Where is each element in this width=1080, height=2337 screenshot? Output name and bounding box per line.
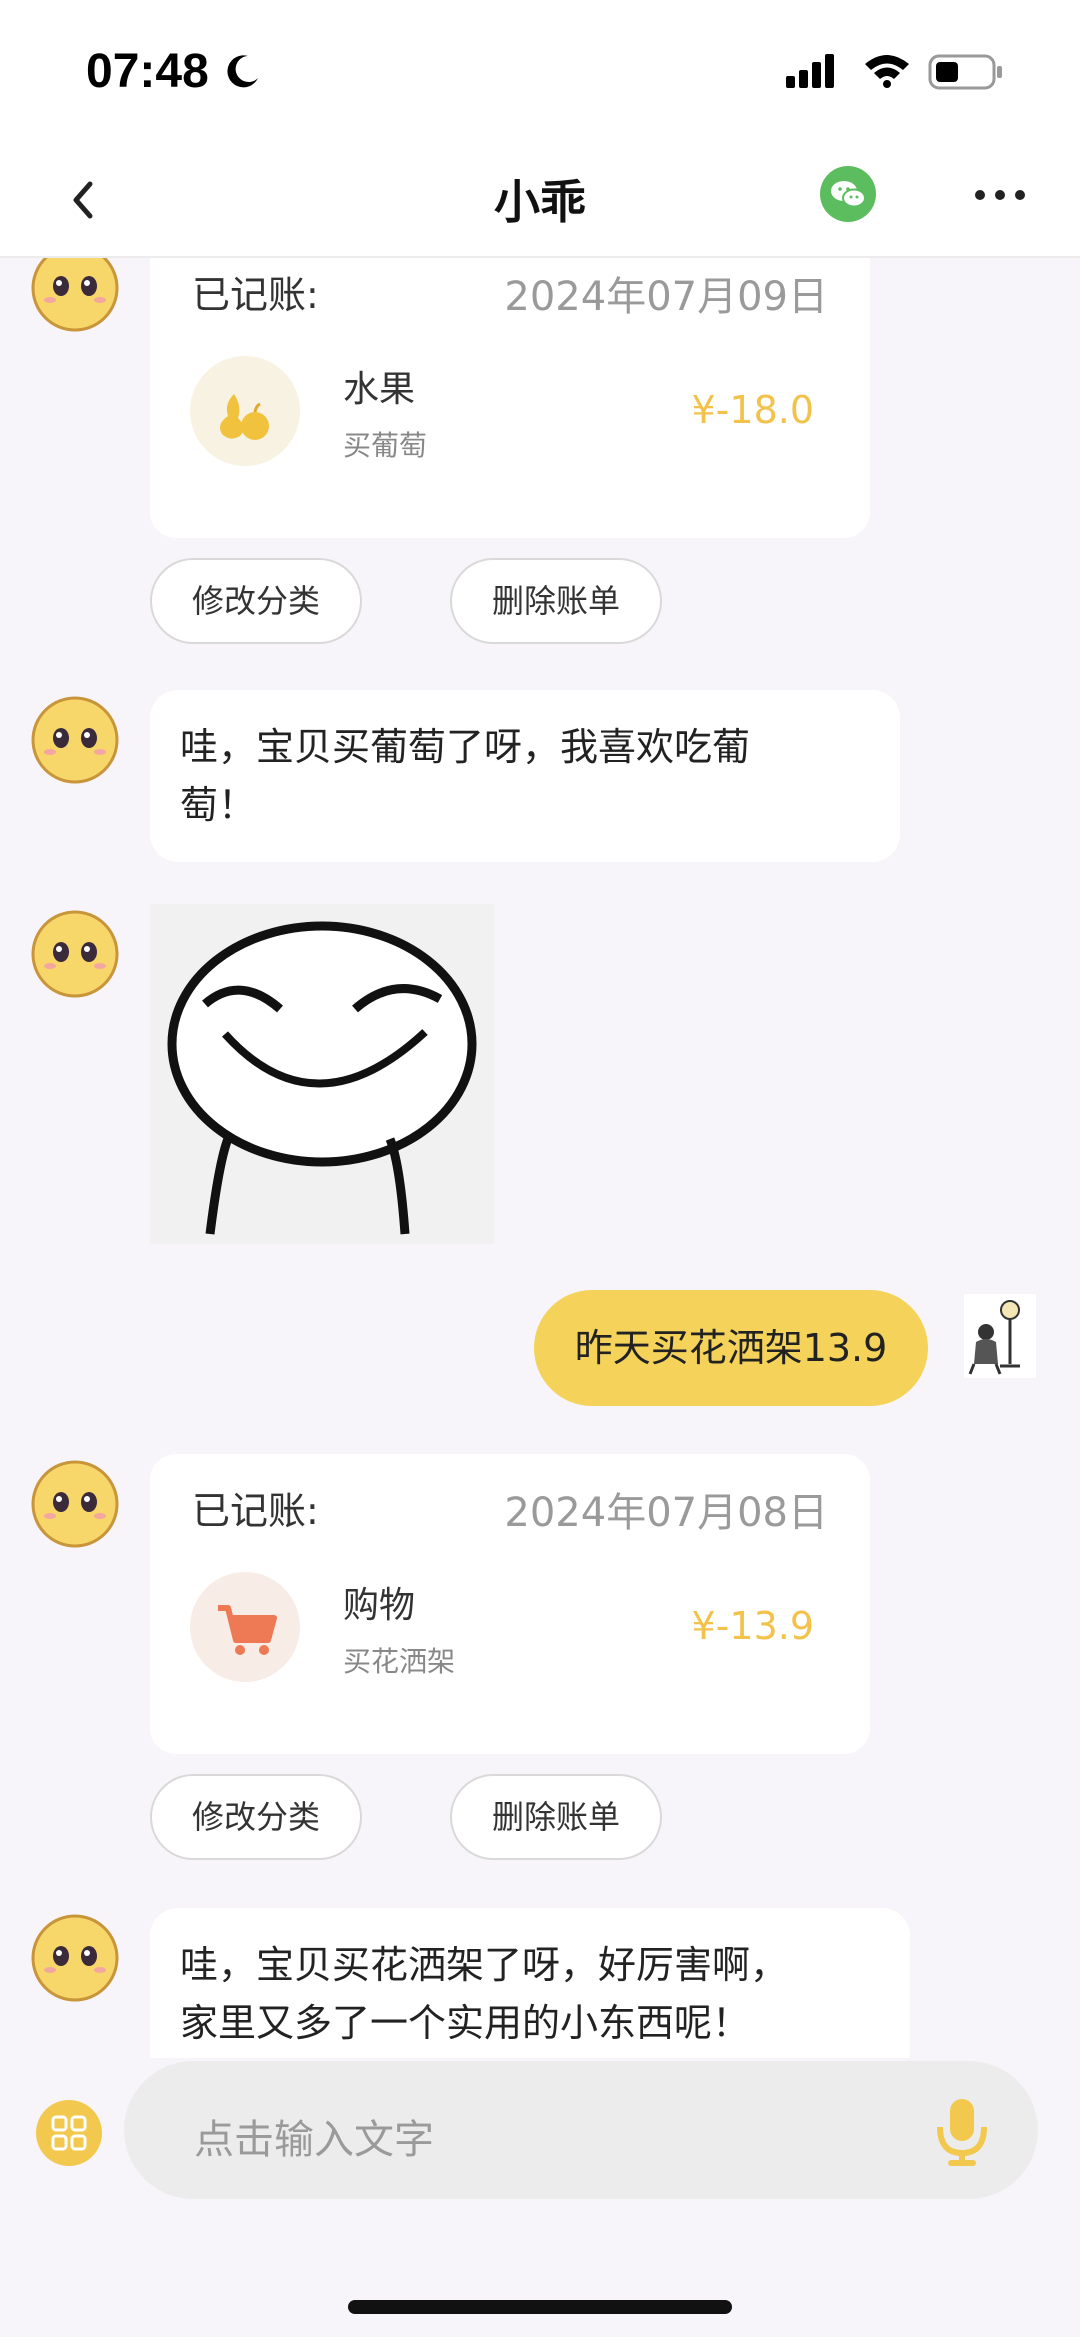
bot-avatar[interactable] xyxy=(28,904,122,998)
bot-avatar[interactable] xyxy=(28,258,122,332)
bot-avatar[interactable] xyxy=(28,1454,122,1548)
user-message: 昨天买花洒架13.9 xyxy=(534,1290,928,1406)
modify-category-button[interactable]: 修改分类 xyxy=(150,558,362,644)
nav-bar: 小乖 xyxy=(0,140,1080,258)
message-input[interactable]: 点击输入文字 xyxy=(124,2061,1038,2199)
grid-menu-icon[interactable] xyxy=(36,2100,102,2166)
bot-message: 哇，宝贝买葡萄了呀，我喜欢吃葡 萄！ xyxy=(150,690,900,862)
record-date: 2024年07月08日 xyxy=(504,1490,828,1536)
input-bar: 点击输入文字 xyxy=(0,2060,1080,2337)
status-bar: 07:48 xyxy=(0,0,1080,140)
wechat-icon[interactable] xyxy=(820,166,876,222)
record-note: 买葡萄 xyxy=(343,429,428,462)
record-category: 购物 xyxy=(343,1585,416,1626)
bot-avatar[interactable] xyxy=(28,690,122,784)
record-amount: ¥-13.9 xyxy=(691,1604,815,1648)
record-card: 已记账: 2024年07月08日 购物 买花洒架 ¥-13.9 xyxy=(150,1454,870,1754)
record-label: 已记账: xyxy=(192,273,319,317)
record-category: 水果 xyxy=(343,369,416,410)
modify-category-button[interactable]: 修改分类 xyxy=(150,1774,362,1860)
chat-area[interactable]: 已记账: 2024年07月09日 水果 买葡萄 ¥-18.0 修改分类 删除账单… xyxy=(0,258,1080,2058)
microphone-icon[interactable] xyxy=(932,2097,992,2167)
bot-avatar[interactable] xyxy=(28,1908,122,2002)
shopping-cart-icon xyxy=(190,1572,300,1682)
more-icon[interactable] xyxy=(972,180,1028,210)
record-note: 买花洒架 xyxy=(343,1645,456,1678)
page-title: 小乖 xyxy=(494,175,586,229)
bot-message: 哇，宝贝买花洒架了呀，好厉害啊， 家里又多了一个实用的小东西呢！ xyxy=(150,1908,910,2058)
signal-icon xyxy=(786,54,834,88)
moon-icon xyxy=(227,55,258,88)
record-amount: ¥-18.0 xyxy=(691,388,815,432)
home-indicator[interactable] xyxy=(348,2300,732,2314)
smirk-sticker[interactable] xyxy=(150,904,494,1244)
status-time: 07:48 xyxy=(86,45,209,98)
battery-icon xyxy=(928,54,1002,90)
record-card: 已记账: 2024年07月09日 水果 买葡萄 ¥-18.0 xyxy=(150,258,870,538)
wifi-icon xyxy=(865,55,909,88)
message-line: 哇，宝贝买花洒架了呀，好厉害啊， xyxy=(180,1943,789,1987)
input-placeholder: 点击输入文字 xyxy=(194,2117,434,2163)
message-line: 萄！ xyxy=(180,783,257,827)
fruit-icon xyxy=(190,356,300,466)
user-avatar[interactable] xyxy=(964,1294,1036,1378)
message-line: 家里又多了一个实用的小东西呢！ xyxy=(180,2001,751,2045)
delete-bill-button[interactable]: 删除账单 xyxy=(450,1774,662,1860)
record-date: 2024年07月09日 xyxy=(504,274,828,320)
message-line: 哇，宝贝买葡萄了呀，我喜欢吃葡 xyxy=(180,725,751,769)
delete-bill-button[interactable]: 删除账单 xyxy=(450,558,662,644)
record-label: 已记账: xyxy=(192,1489,319,1533)
